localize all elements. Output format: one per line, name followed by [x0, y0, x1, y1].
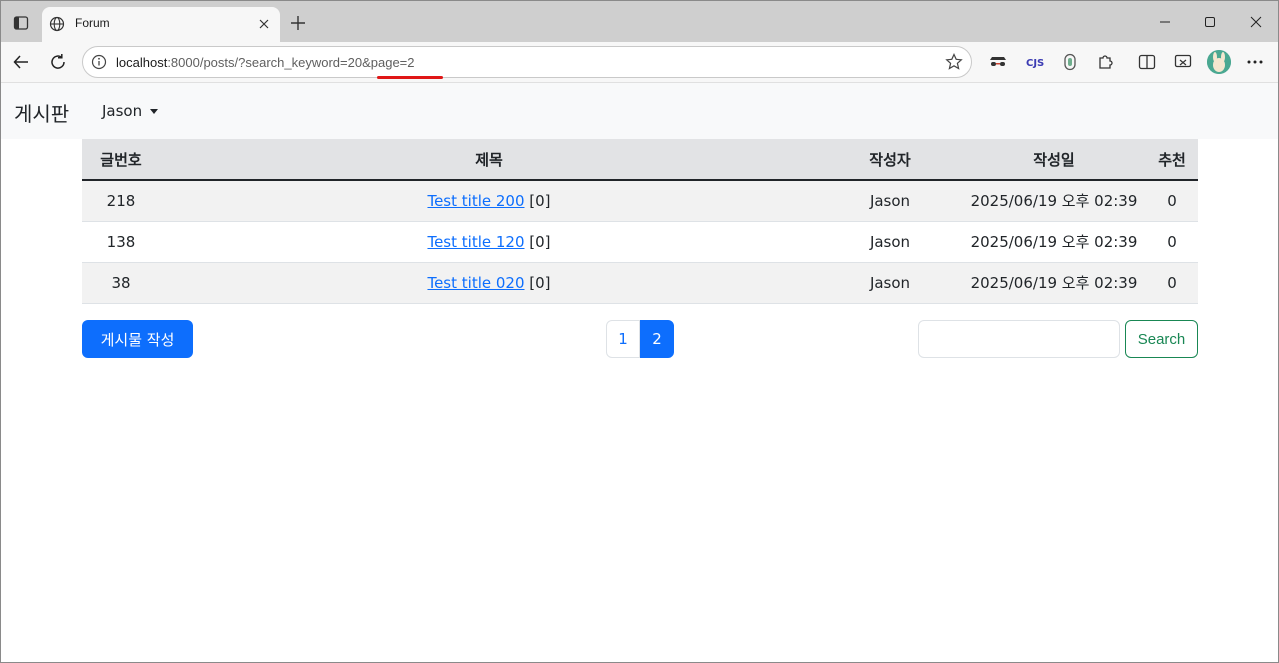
comment-count: [0] [529, 232, 551, 251]
new-tab-icon[interactable] [288, 13, 308, 33]
post-number: 218 [82, 180, 160, 222]
post-title-cell: Test title 120 [0] [160, 221, 818, 263]
post-recommend: 0 [1146, 180, 1198, 222]
post-number: 38 [82, 262, 160, 304]
cjs-icon[interactable]: CJS [1022, 50, 1046, 74]
write-post-button[interactable]: 게시물 작성 [82, 320, 193, 358]
page-link-1[interactable]: 1 [606, 320, 640, 358]
address-bar[interactable]: localhost:8000/posts/?search_keyword=20&… [82, 46, 972, 79]
table-row: 38 Test title 020 [0] Jason 2025/06/19 오… [82, 262, 1198, 304]
header-author: 작성자 [818, 139, 962, 181]
favorite-star-icon[interactable] [945, 53, 963, 75]
pagination: 1 2 [606, 320, 674, 358]
split-screen-icon[interactable] [1135, 50, 1159, 74]
browser-tab[interactable]: Forum [42, 7, 280, 42]
post-author: Jason [818, 180, 962, 222]
post-title-cell: Test title 020 [0] [160, 262, 818, 304]
minimize-icon[interactable] [1153, 11, 1177, 33]
post-date: 2025/06/19 오후 02:39 [962, 180, 1146, 222]
post-date: 2025/06/19 오후 02:39 [962, 221, 1146, 263]
post-title-link[interactable]: Test title 120 [427, 233, 524, 251]
post-title-link[interactable]: Test title 200 [427, 192, 524, 210]
tab-actions-icon[interactable] [10, 12, 32, 34]
user-name: Jason [102, 102, 143, 120]
back-icon[interactable] [9, 50, 33, 74]
search-input[interactable] [918, 320, 1120, 358]
screenshot-icon[interactable] [1171, 50, 1195, 74]
post-recommend: 0 [1146, 221, 1198, 263]
profile-avatar[interactable] [1207, 50, 1231, 74]
header-date: 작성일 [962, 139, 1146, 181]
table-header-row: 글번호 제목 작성자 작성일 추천 [82, 139, 1198, 181]
browser-tab-bar: Forum [1, 1, 1278, 42]
more-menu-icon[interactable] [1243, 50, 1267, 74]
table-row: 138 Test title 120 [0] Jason 2025/06/19 … [82, 221, 1198, 263]
comment-count: [0] [529, 191, 551, 210]
close-tab-icon[interactable] [256, 16, 272, 32]
user-dropdown[interactable]: Jason [102, 102, 159, 120]
close-window-icon[interactable] [1244, 11, 1268, 33]
header-recommend: 추천 [1146, 139, 1198, 181]
incognito-mask-icon[interactable] [986, 50, 1010, 74]
post-number: 138 [82, 221, 160, 263]
post-recommend: 0 [1146, 262, 1198, 304]
info-icon[interactable] [91, 54, 107, 74]
post-date: 2025/06/19 오후 02:39 [962, 262, 1146, 304]
comment-count: [0] [529, 273, 551, 292]
search-button[interactable]: Search [1125, 320, 1198, 358]
posts-table: 글번호 제목 작성자 작성일 추천 218 Test title 200 [0]… [82, 139, 1198, 304]
post-title-cell: Test title 200 [0] [160, 180, 818, 222]
shield-icon[interactable] [1058, 50, 1082, 74]
globe-icon [49, 16, 65, 36]
header-title: 제목 [160, 139, 818, 181]
url-host: localhost [116, 55, 168, 70]
caret-down-icon [150, 108, 159, 114]
url-text: localhost:8000/posts/?search_keyword=20&… [116, 55, 415, 70]
maximize-icon[interactable] [1198, 11, 1222, 33]
post-author: Jason [818, 262, 962, 304]
url-path: :8000/posts/?search_keyword=20&page=2 [167, 55, 415, 70]
svg-text:CJS: CJS [1026, 58, 1044, 69]
header-number: 글번호 [82, 139, 160, 181]
navbar-brand[interactable]: 게시판 [14, 98, 69, 127]
refresh-icon[interactable] [46, 50, 70, 74]
red-underline-annotation [377, 76, 443, 79]
tab-title: Forum [75, 16, 110, 30]
site-navbar: 게시판 Jason [1, 83, 1278, 139]
puzzle-icon[interactable] [1094, 50, 1118, 74]
browser-toolbar: localhost:8000/posts/?search_keyword=20&… [1, 42, 1278, 83]
post-title-link[interactable]: Test title 020 [427, 274, 524, 292]
table-row: 218 Test title 200 [0] Jason 2025/06/19 … [82, 180, 1198, 222]
post-author: Jason [818, 221, 962, 263]
page-link-2[interactable]: 2 [640, 320, 674, 358]
